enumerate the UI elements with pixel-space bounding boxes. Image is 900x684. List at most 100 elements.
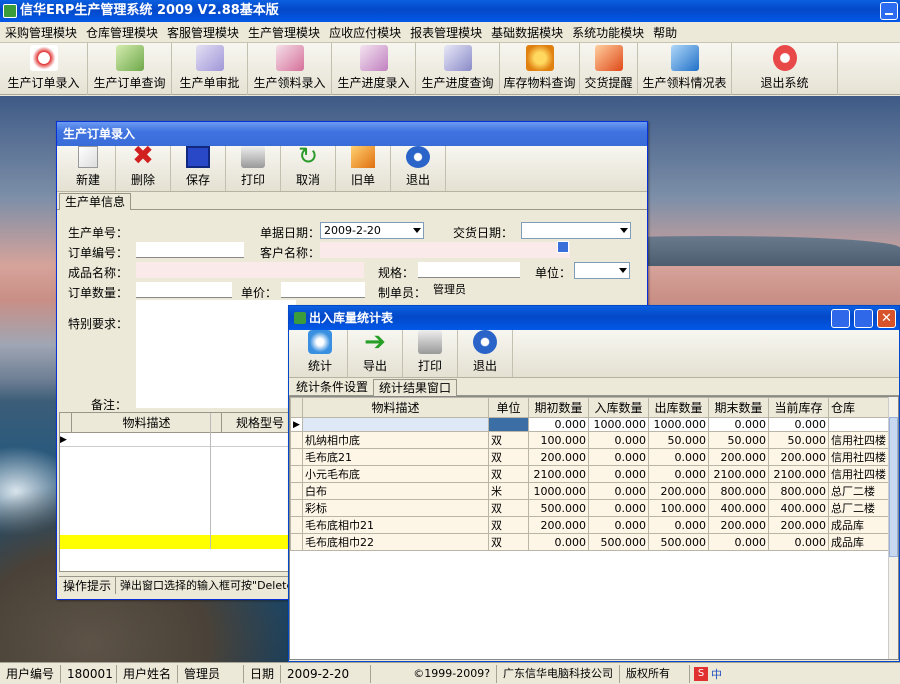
table-cell[interactable]: 0.000 bbox=[708, 417, 769, 432]
menu-help[interactable]: 帮助 bbox=[650, 24, 683, 41]
table-cell[interactable]: 200.000 bbox=[528, 448, 589, 466]
stat-button[interactable]: 统计 bbox=[293, 330, 348, 377]
table-cell[interactable] bbox=[302, 417, 489, 432]
col-out-qty[interactable]: 出库数量 bbox=[648, 397, 709, 418]
price-field[interactable] bbox=[281, 282, 365, 298]
quantity-field[interactable] bbox=[136, 282, 232, 298]
table-cell[interactable]: 0.000 bbox=[528, 533, 589, 551]
stats-grid[interactable]: 物料描述 单位 期初数量 入库数量 出库数量 期末数量 当前库存 仓库 ▶ 0.0… bbox=[289, 396, 899, 660]
toolbar-order-entry[interactable]: 生产订单录入 bbox=[0, 43, 88, 95]
delivery-date-picker[interactable] bbox=[521, 222, 631, 239]
table-cell[interactable]: 2100.000 bbox=[708, 465, 769, 483]
toolbar-progress-query[interactable]: 生产进度查询 bbox=[416, 43, 500, 95]
spec-field[interactable] bbox=[418, 262, 520, 278]
table-cell[interactable]: 信用社四楼 bbox=[828, 431, 896, 449]
menu-production[interactable]: 生产管理模块 bbox=[245, 24, 326, 41]
table-cell[interactable]: 0.000 bbox=[528, 417, 589, 432]
window-maximize-button[interactable] bbox=[854, 309, 873, 328]
table-cell[interactable]: 总厂二楼 bbox=[828, 482, 896, 500]
table-cell[interactable]: 总厂二楼 bbox=[828, 499, 896, 517]
table-cell[interactable]: 0.000 bbox=[708, 533, 769, 551]
table-cell[interactable]: 200.000 bbox=[648, 482, 709, 500]
table-row[interactable]: 白布米 1000.000 0.000 200.000 800.000 800.000 总厂二… bbox=[290, 482, 896, 500]
col-opening-qty[interactable]: 期初数量 bbox=[528, 397, 589, 418]
col-current-stock[interactable]: 当前库存 bbox=[768, 397, 829, 418]
tab-result-window[interactable]: 统计结果窗口 bbox=[373, 379, 458, 396]
col-in-qty[interactable]: 入库数量 bbox=[588, 397, 649, 418]
table-cell[interactable]: 双 bbox=[488, 465, 529, 483]
table-cell[interactable]: 0.000 bbox=[588, 482, 649, 500]
material-grid[interactable]: 物料描述 规格型号 ▶ bbox=[59, 412, 299, 572]
stats-exit-button[interactable]: 退出 bbox=[458, 330, 513, 377]
menu-system[interactable]: 系统功能模块 bbox=[569, 24, 650, 41]
col-closing-qty[interactable]: 期末数量 bbox=[708, 397, 769, 418]
ime-mode-icon[interactable]: 中 bbox=[711, 666, 722, 682]
table-cell[interactable]: 成品库 bbox=[828, 516, 896, 534]
table-cell[interactable]: 成品库 bbox=[828, 533, 896, 551]
table-cell[interactable]: 双 bbox=[488, 533, 529, 551]
tab-condition-settings[interactable]: 统计条件设置 bbox=[291, 379, 373, 396]
table-cell[interactable]: 0.000 bbox=[648, 465, 709, 483]
col-warehouse[interactable]: 仓库 bbox=[828, 397, 896, 418]
table-cell[interactable]: 200.000 bbox=[768, 516, 829, 534]
menu-warehouse[interactable]: 仓库管理模块 bbox=[83, 24, 164, 41]
table-cell[interactable]: 0.000 bbox=[588, 465, 649, 483]
menu-service[interactable]: 客服管理模块 bbox=[164, 24, 245, 41]
window-close-button[interactable]: ✕ bbox=[877, 309, 896, 328]
table-cell[interactable]: 0.000 bbox=[768, 533, 829, 551]
table-cell[interactable]: 双 bbox=[488, 431, 529, 449]
ime-icon[interactable]: S bbox=[694, 666, 709, 681]
table-cell[interactable]: 0.000 bbox=[588, 431, 649, 449]
table-cell[interactable]: 米 bbox=[488, 482, 529, 500]
menu-report[interactable]: 报表管理模块 bbox=[407, 24, 488, 41]
table-cell[interactable]: 0.000 bbox=[768, 417, 829, 432]
table-cell[interactable]: 200.000 bbox=[768, 448, 829, 466]
toolbar-order-query[interactable]: 生产订单查询 bbox=[88, 43, 172, 95]
table-cell[interactable]: 200.000 bbox=[528, 516, 589, 534]
col-material-desc[interactable]: 物料描述 bbox=[72, 413, 222, 432]
table-cell[interactable]: 2100.000 bbox=[768, 465, 829, 483]
toolbar-picking-report[interactable]: 生产领料情况表 bbox=[638, 43, 732, 95]
delete-button[interactable]: ✖ 删除 bbox=[116, 143, 171, 191]
col-material-desc[interactable]: 物料描述 bbox=[302, 397, 489, 418]
stats-print-button[interactable]: 打印 bbox=[403, 330, 458, 377]
special-requirement-textarea[interactable] bbox=[136, 300, 296, 392]
save-button[interactable]: 保存 bbox=[171, 146, 226, 191]
table-cell[interactable]: 0.000 bbox=[588, 448, 649, 466]
vertical-scrollbar[interactable] bbox=[888, 397, 898, 659]
minimize-button[interactable] bbox=[880, 2, 898, 20]
menu-purchase[interactable]: 采购管理模块 bbox=[2, 24, 83, 41]
table-cell[interactable]: 双 bbox=[488, 499, 529, 517]
new-button[interactable]: 新建 bbox=[61, 146, 116, 191]
toolbar-progress-entry[interactable]: 生产进度录入 bbox=[332, 43, 416, 95]
table-cell[interactable]: 50.000 bbox=[708, 431, 769, 449]
scrollbar-thumb[interactable] bbox=[889, 417, 898, 557]
table-cell[interactable]: 500.000 bbox=[648, 533, 709, 551]
toolbar-delivery-reminder[interactable]: 交货提醒 bbox=[580, 43, 638, 95]
toolbar-picking-entry[interactable]: 生产领料录入 bbox=[248, 43, 332, 95]
col-unit[interactable]: 单位 bbox=[488, 397, 529, 418]
tab-order-info[interactable]: 生产单信息 bbox=[59, 193, 132, 210]
order-code-field[interactable] bbox=[136, 242, 244, 258]
export-button[interactable]: ➔ 导出 bbox=[348, 329, 403, 377]
table-row[interactable]: 小元毛布底双 2100.000 0.000 0.000 2100.000 2100.000… bbox=[290, 465, 896, 483]
table-cell[interactable]: 500.000 bbox=[528, 499, 589, 517]
table-cell[interactable]: 双 bbox=[488, 516, 529, 534]
table-cell[interactable]: 毛布底相巾22 bbox=[302, 533, 489, 551]
table-cell[interactable]: 信用社四楼 bbox=[828, 465, 896, 483]
table-cell[interactable]: 200.000 bbox=[708, 516, 769, 534]
table-row[interactable]: 机纳相巾底双 100.000 0.000 50.000 50.000 50.000 信用社四… bbox=[290, 431, 896, 449]
doc-date-picker[interactable]: 2009-2-20 bbox=[320, 222, 424, 239]
table-row[interactable]: 彩标双 500.000 0.000 100.000 400.000 400.000 总厂二楼 bbox=[290, 499, 896, 517]
table-cell[interactable]: 100.000 bbox=[648, 499, 709, 517]
table-cell[interactable]: 0.000 bbox=[588, 499, 649, 517]
table-cell[interactable]: 100.000 bbox=[528, 431, 589, 449]
table-cell[interactable]: 400.000 bbox=[768, 499, 829, 517]
table-cell[interactable]: 800.000 bbox=[768, 482, 829, 500]
table-cell[interactable]: 双 bbox=[488, 448, 529, 466]
table-cell[interactable] bbox=[828, 417, 896, 432]
table-cell[interactable]: 1000.000 bbox=[528, 482, 589, 500]
table-cell[interactable]: 0.000 bbox=[588, 516, 649, 534]
old-order-button[interactable]: 旧单 bbox=[336, 146, 391, 191]
table-cell[interactable]: 2100.000 bbox=[528, 465, 589, 483]
